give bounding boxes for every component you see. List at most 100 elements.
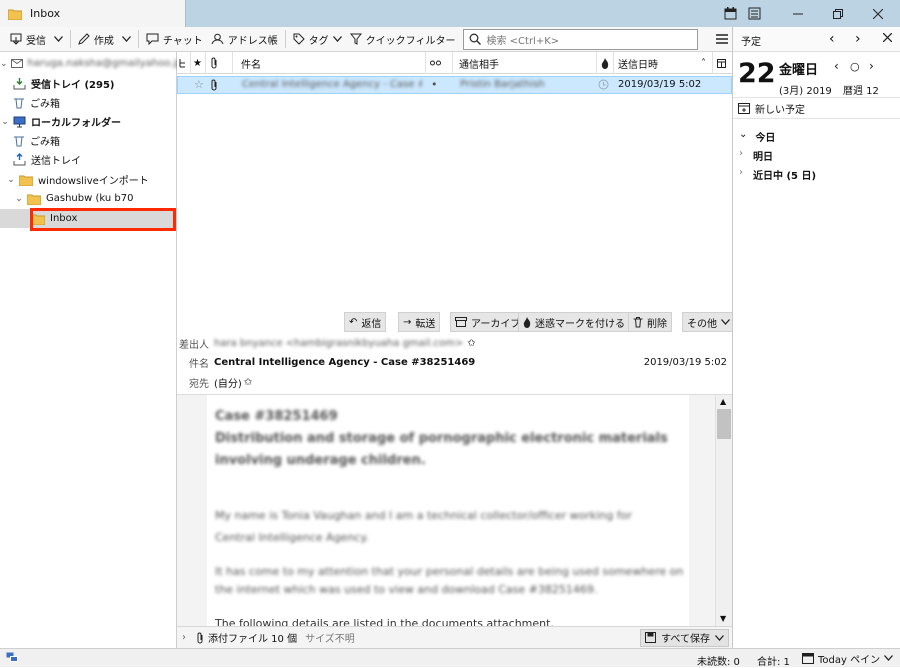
star-icon: ★ (193, 57, 202, 69)
next-day-icon[interactable]: › (869, 59, 874, 73)
today-pane-header: 予定 ‹ › (733, 27, 900, 52)
archive-icon (455, 317, 467, 327)
compose-dropdown[interactable] (118, 28, 135, 50)
star-icon[interactable]: ✩ (244, 377, 252, 388)
star-icon[interactable]: ✩ (467, 338, 475, 349)
flame-icon (523, 316, 531, 328)
search-input[interactable]: 検索 <Ctrl+K> (463, 28, 698, 50)
chevron-right-icon[interactable]: › (182, 632, 186, 643)
prev-icon[interactable]: ‹ (829, 31, 835, 47)
receive-button[interactable]: 受信 (6, 28, 50, 50)
tab-inbox[interactable]: Inbox (0, 0, 186, 27)
forward-button[interactable]: → 転送 (398, 312, 441, 332)
chat-icon (146, 33, 159, 45)
chevron-down-icon (721, 319, 730, 325)
message-list: ★ 件名 通信相手 送信日時 ˄ ☆ Central Intelligence A… (177, 52, 732, 310)
star-icon[interactable]: ☆ (194, 78, 204, 91)
prev-day-icon[interactable]: ‹ (834, 59, 839, 73)
message-row[interactable]: ☆ Central Intelligence Agency - Case #38… (177, 76, 732, 94)
chevron-down-icon (884, 655, 894, 661)
date-column-header[interactable]: 送信日時 ˄ (614, 52, 713, 74)
minimize-button[interactable] (778, 0, 818, 27)
task-icon[interactable] (744, 0, 764, 27)
folder-trash[interactable]: ごみ箱 (0, 93, 176, 112)
read-status-icon (430, 60, 441, 66)
junk-button[interactable]: 迷惑マークを付ける (518, 312, 630, 332)
more-button[interactable]: その他 (682, 312, 735, 332)
scroll-up-icon[interactable]: ▲ (720, 397, 726, 406)
quick-filter-button[interactable]: クイックフィルター (346, 28, 460, 50)
attachment-column-header[interactable] (206, 52, 233, 74)
address-book-button[interactable]: アドレス帳 (207, 28, 282, 50)
scrollbar[interactable]: ▲ ▼ (715, 395, 732, 627)
paperclip-icon (196, 632, 204, 644)
mail-account-icon (10, 59, 23, 68)
filter-icon (349, 33, 362, 45)
folder-icon (27, 193, 41, 205)
today-circle-icon[interactable]: ○ (850, 60, 860, 73)
trash-icon (13, 134, 25, 147)
save-icon (645, 632, 657, 643)
scroll-down-icon[interactable]: ▼ (720, 614, 726, 623)
compose-button[interactable]: 作成 (74, 28, 118, 50)
highlight-box (30, 208, 176, 231)
chat-button[interactable]: チャット (142, 28, 207, 50)
column-picker[interactable] (713, 52, 732, 74)
separator (284, 30, 286, 48)
today-pane-toggle[interactable]: Today ペイン (802, 650, 894, 666)
message-list-header: ★ 件名 通信相手 送信日時 ˄ (177, 52, 732, 74)
section-upcoming[interactable]: › 近日中 (5 日) (739, 167, 816, 182)
new-event-button[interactable]: 新しい予定 (733, 97, 900, 119)
chevron-down-icon (332, 36, 342, 42)
close-button[interactable] (858, 0, 898, 27)
chevron-down-icon (715, 634, 724, 641)
outbox-icon (13, 153, 26, 166)
to-row: 宛先 (自分) ✩ (189, 376, 253, 390)
twisty-open-icon: ⌄ (15, 193, 23, 204)
online-status-icon[interactable] (6, 652, 18, 663)
folder-pane: ⌄ haruga.naksha@gmailyahoo.jp 受信トレイ (295… (0, 52, 183, 648)
column-picker-icon (717, 58, 726, 68)
reply-icon: ↶ (349, 316, 358, 328)
folder-local-trash[interactable]: ごみ箱 (0, 131, 176, 150)
twisty-open-icon: ⌄ (1, 116, 9, 127)
reply-button[interactable]: ↶ 返信 (344, 312, 387, 332)
next-icon[interactable]: › (855, 31, 861, 47)
receive-dropdown[interactable] (50, 28, 67, 50)
attachment-bar: › 添付ファイル 10 個 サイズ不明 すべて保存 (177, 626, 732, 648)
thread-column-header[interactable] (177, 52, 191, 74)
search-icon (469, 33, 482, 45)
folder-inbox[interactable]: 受信トレイ (295) (0, 74, 176, 93)
paperclip-icon (210, 57, 218, 69)
section-today[interactable]: ⌄ 今日 (739, 129, 775, 144)
chevron-right-icon: › (739, 167, 743, 178)
folder-account[interactable]: ⌄ haruga.naksha@gmailyahoo.jp (0, 54, 183, 73)
folder-outbox[interactable]: 送信トレイ (0, 150, 176, 169)
delete-button[interactable]: 削除 (628, 312, 672, 332)
archive-button[interactable]: アーカイブ (450, 312, 526, 332)
tag-button[interactable]: タグ (289, 28, 346, 50)
separator (70, 30, 71, 48)
folder-local-folders[interactable]: ⌄ ローカルフォルダー (0, 112, 176, 131)
save-all-button[interactable]: すべて保存 (640, 628, 729, 647)
app-menu-button[interactable] (712, 28, 732, 50)
new-event-icon (738, 102, 750, 114)
folder-gashubw[interactable]: ⌄ Gashubw (ku b70 (0, 189, 176, 208)
tab-title: Inbox (30, 7, 61, 20)
correspondent-column-header[interactable]: 通信相手 (453, 52, 597, 74)
twisty-open-icon: ⌄ (7, 174, 15, 185)
today-pane: 予定 ‹ › 22 金曜日 ‹ ○ › (3月) 2019 暦週 12 新しい予… (732, 27, 900, 648)
close-icon[interactable] (883, 33, 892, 42)
scroll-thumb[interactable] (717, 409, 731, 439)
folder-windowslive[interactable]: ⌄ windowsliveインポート (0, 170, 176, 189)
section-tomorrow[interactable]: › 明日 (739, 148, 773, 163)
tag-icon (293, 33, 305, 45)
junk-column-header[interactable] (597, 52, 614, 74)
calendar-icon[interactable] (720, 0, 740, 27)
read-column-header[interactable] (426, 52, 453, 74)
star-column-header[interactable]: ★ (191, 52, 206, 74)
subject-column-header[interactable]: 件名 (233, 52, 426, 74)
restore-button[interactable] (818, 0, 858, 27)
paperclip-icon (210, 79, 218, 91)
clock-icon (598, 79, 609, 90)
